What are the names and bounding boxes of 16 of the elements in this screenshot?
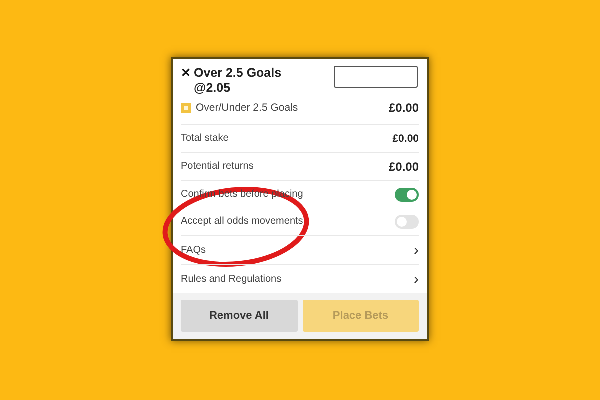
bet-amount: £0.00 (388, 101, 419, 115)
toggle-switch[interactable] (395, 188, 419, 202)
odds-text: @2.05 (194, 81, 232, 96)
stake-input-field[interactable] (334, 66, 418, 88)
summary-label: Potential returns (181, 161, 254, 172)
summary-value: £0.00 (392, 132, 419, 144)
setting-label: Accept all odds movements (181, 216, 304, 227)
menu-link[interactable]: FAQs › (181, 236, 419, 265)
market-icon (181, 103, 191, 113)
summary-value: £0.00 (388, 160, 419, 174)
toggle-switch[interactable] (395, 214, 419, 228)
remove-all-button[interactable]: Remove All (181, 300, 298, 332)
close-button[interactable]: ✕ (181, 66, 191, 81)
summary-label: Total stake (181, 133, 229, 144)
selection-title: Over 2.5 Goals (194, 66, 282, 81)
market-name: Over/Under 2.5 Goals (196, 102, 300, 114)
